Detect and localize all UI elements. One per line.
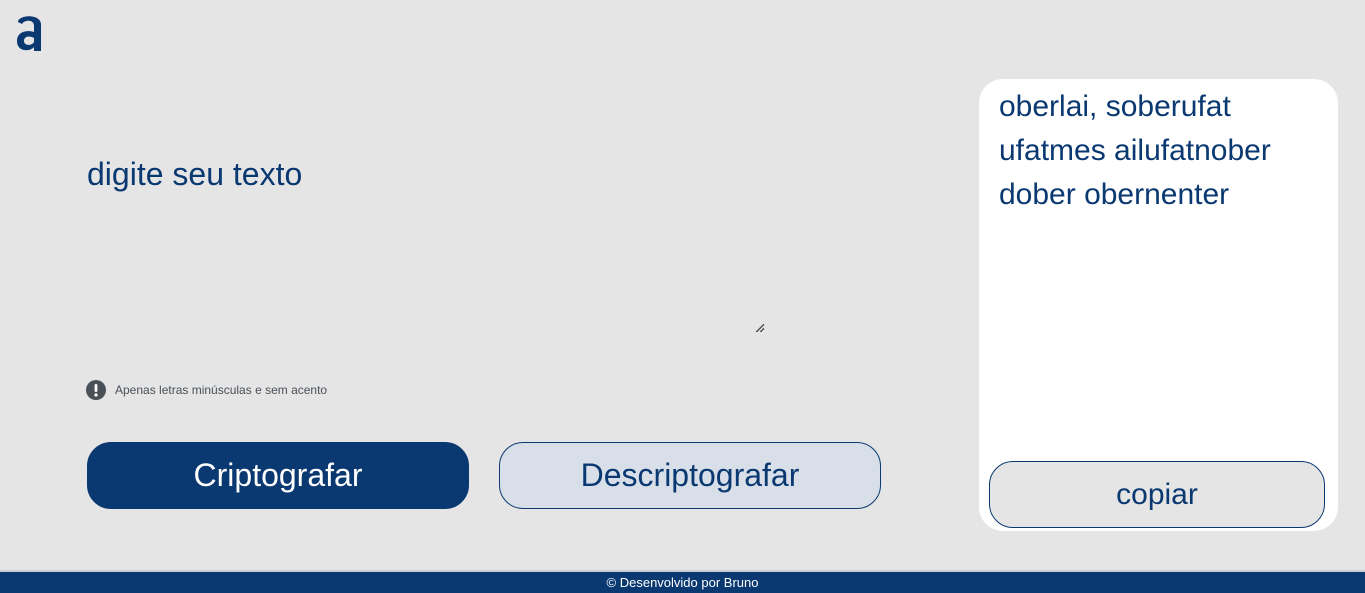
output-panel: oberlai, soberufat ufatmes ailufatnober … (979, 79, 1338, 531)
resize-handle-icon[interactable] (755, 323, 764, 332)
decrypt-button[interactable]: Descriptografar (499, 442, 881, 509)
page: Apenas letras minúsculas e sem acento Cr… (0, 0, 1365, 593)
encrypt-button[interactable]: Criptografar (87, 442, 469, 509)
output-text[interactable]: oberlai, soberufat ufatmes ailufatnober … (999, 85, 1338, 217)
text-input[interactable] (87, 155, 765, 333)
footer-text: © Desenvolvido por Bruno (606, 575, 759, 590)
input-hint: Apenas letras minúsculas e sem acento (86, 380, 327, 400)
hint-text: Apenas letras minúsculas e sem acento (115, 383, 328, 397)
footer: © Desenvolvido por Bruno (0, 570, 1365, 593)
resize-handle-icon[interactable] (1328, 521, 1336, 529)
exclamation-circle-icon (86, 380, 106, 400)
alura-logo-icon[interactable] (14, 12, 46, 54)
copy-button[interactable]: copiar (989, 461, 1325, 528)
